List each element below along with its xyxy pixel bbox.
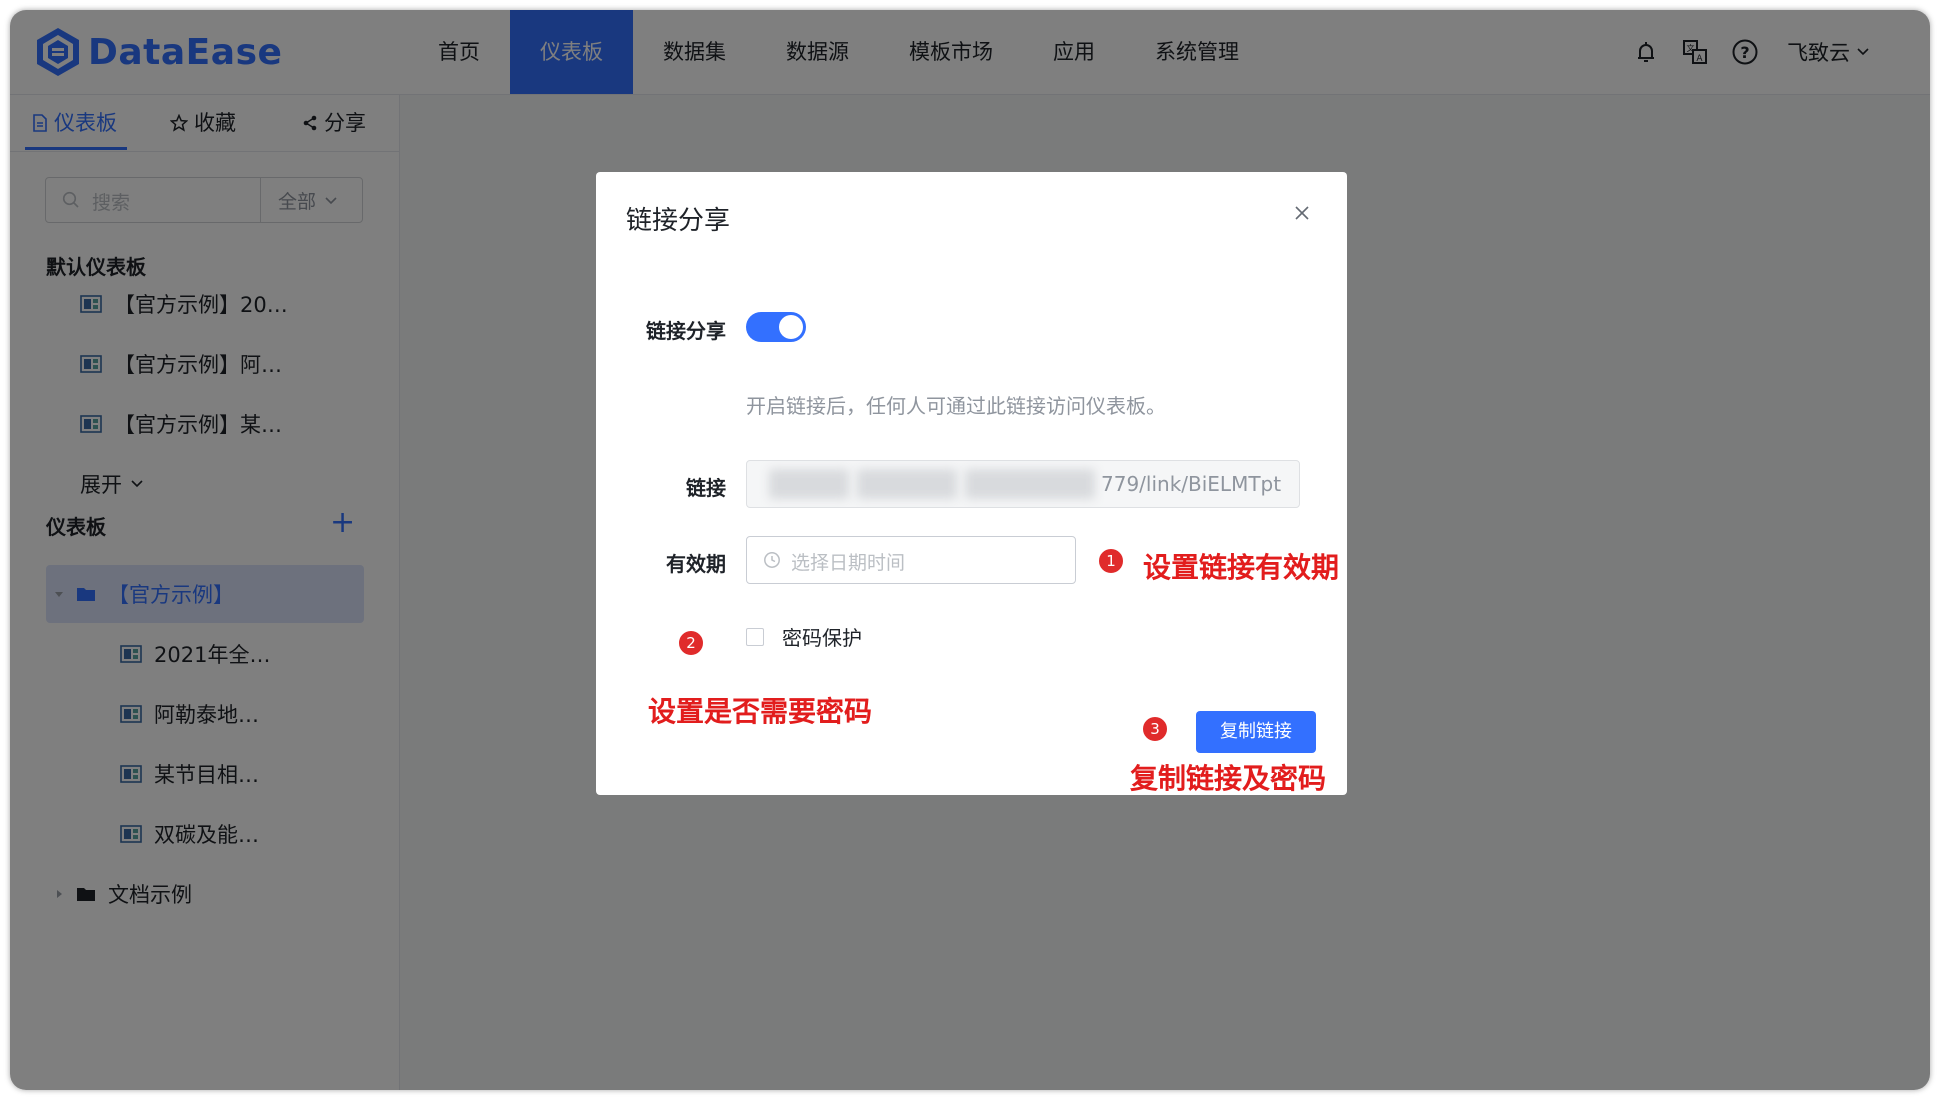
link-field[interactable]: 779/link/BiELMTpt — [746, 460, 1300, 508]
expiry-placeholder: 选择日期时间 — [791, 552, 906, 574]
redacted-link-part — [769, 469, 849, 499]
app-window: DataEase 首页 仪表板 数据集 数据源 模板市场 应用 系统管理 A文 … — [10, 10, 1930, 1090]
link-share-toggle[interactable] — [746, 312, 806, 342]
link-label: 链接 — [686, 476, 726, 500]
copy-link-button[interactable]: 复制链接 — [1196, 711, 1316, 753]
password-protect-checkbox[interactable] — [746, 628, 764, 646]
clock-icon — [764, 552, 780, 568]
annotation-text-3: 复制链接及密码 — [1130, 762, 1327, 795]
annotation-text-2: 设置是否需要密码 — [648, 695, 873, 728]
annotation-text-1: 设置链接有效期 — [1143, 551, 1340, 584]
redacted-link-part — [857, 469, 957, 499]
annotation-badge-2: 2 — [678, 630, 704, 656]
close-icon[interactable] — [1293, 204, 1311, 226]
annotation-badge-1: 1 — [1098, 548, 1124, 574]
expiry-label: 有效期 — [666, 552, 726, 576]
link-value: 779/link/BiELMTpt — [1101, 472, 1282, 496]
share-hint-text: 开启链接后，任何人可通过此链接访问仪表板。 — [746, 394, 1166, 418]
toggle-label: 链接分享 — [646, 319, 726, 343]
annotation-badge-3: 3 — [1142, 716, 1168, 742]
toggle-knob — [779, 315, 803, 339]
password-protect-label[interactable]: 密码保护 — [782, 622, 862, 651]
link-share-dialog: 链接分享 链接分享 开启链接后，任何人可通过此链接访问仪表板。 链接 779/l… — [596, 172, 1347, 795]
dialog-title: 链接分享 — [626, 206, 731, 236]
expiry-date-picker[interactable]: 选择日期时间 — [746, 536, 1076, 584]
redacted-link-part — [965, 469, 1095, 499]
